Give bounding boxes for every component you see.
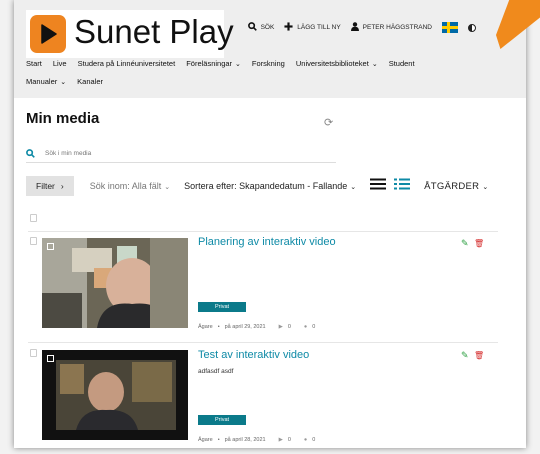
nav-item-universitetsbiblioteket[interactable]: Universitetsbiblioteket ⌄ bbox=[296, 59, 378, 68]
video-thumbnail[interactable] bbox=[42, 350, 188, 440]
search-label: SÖK bbox=[260, 24, 275, 31]
media-description: adfasdf asdf bbox=[198, 368, 234, 375]
header-actions: SÖK LÄGG TILL NY PETER HÄGGSTRAND bbox=[247, 22, 476, 33]
search-icon bbox=[247, 22, 257, 33]
comments-count: 0 bbox=[312, 437, 316, 443]
add-new-button[interactable]: LÄGG TILL NY bbox=[284, 22, 341, 33]
refresh-icon[interactable]: ⟳ bbox=[324, 116, 333, 129]
user-name: PETER HÄGGSTRAND bbox=[362, 24, 432, 31]
nav-item-student[interactable]: Student bbox=[389, 59, 415, 68]
play-overlay-icon bbox=[47, 243, 54, 250]
nav-item-manualer-label: Manualer bbox=[26, 77, 58, 86]
owner-label: Ägare bbox=[198, 437, 213, 443]
page-title: Min media bbox=[26, 110, 100, 127]
views-icon: ▶ bbox=[278, 437, 283, 443]
nav-row-2: Manualer ⌄ Kanaler bbox=[26, 77, 103, 86]
plus-icon bbox=[284, 22, 293, 33]
filter-bar: Filter › Sök inom: Alla fält ⌄ Sortera ef… bbox=[26, 176, 496, 196]
chevron-down-icon: ⌄ bbox=[350, 184, 357, 191]
delete-icon[interactable]: 🗑 bbox=[474, 239, 484, 248]
chevron-down-icon: ⌄ bbox=[60, 79, 67, 86]
add-new-label: LÄGG TILL NY bbox=[297, 24, 341, 31]
nav-item-start[interactable]: Start bbox=[26, 59, 42, 68]
divider bbox=[28, 342, 498, 343]
views-count: 0 bbox=[287, 437, 291, 443]
nav-row-1: Start Live Studera på Linnéuniversitetet… bbox=[26, 59, 415, 68]
media-title[interactable]: Planering av interaktiv video bbox=[198, 236, 336, 248]
sort-dropdown[interactable]: Sortera efter: Skapandedatum - Fallande ⌄ bbox=[184, 181, 356, 191]
search-bar bbox=[26, 145, 336, 163]
nav-item-kanaler[interactable]: Kanaler bbox=[77, 77, 103, 86]
edit-icon[interactable]: ✎ bbox=[461, 238, 469, 249]
status-badge: Privat bbox=[198, 415, 246, 425]
owner-label: Ägare bbox=[198, 324, 213, 330]
logo-text: Sunet Play bbox=[74, 13, 234, 50]
edit-icon[interactable]: ✎ bbox=[461, 350, 469, 361]
delete-icon[interactable]: 🗑 bbox=[474, 351, 484, 360]
swedish-flag-icon[interactable] bbox=[442, 22, 458, 33]
search-in-dropdown[interactable]: Sök inom: Alla fält ⌄ bbox=[90, 181, 170, 191]
media-meta: Ägare • på april 28, 2021 ▶ 0 ● 0 bbox=[198, 437, 315, 443]
actions-dropdown[interactable]: ÅTGÄRDER ⌄ bbox=[424, 181, 488, 192]
comments-icon: ● bbox=[303, 437, 308, 443]
nav-item-forelasningar[interactable]: Föreläsningar ⌄ bbox=[186, 59, 241, 68]
nav-item-live[interactable]: Live bbox=[53, 59, 67, 68]
views-icon: ▶ bbox=[278, 324, 283, 330]
date-label: på april 29, 2021 bbox=[224, 324, 266, 330]
app-frame: Sunet Play SÖK LÄGG TILL NY PETER HÄGGST… bbox=[14, 0, 526, 448]
play-icon bbox=[30, 15, 66, 53]
header: Sunet Play SÖK LÄGG TILL NY PETER HÄGGST… bbox=[14, 0, 526, 98]
filter-button[interactable]: Filter › bbox=[26, 176, 74, 196]
comments-count: 0 bbox=[312, 324, 316, 330]
video-thumbnail[interactable] bbox=[42, 238, 188, 328]
logo[interactable]: Sunet Play bbox=[26, 10, 234, 58]
chevron-right-icon: › bbox=[60, 181, 64, 191]
search-icon bbox=[26, 145, 35, 163]
nav-item-forelasningar-label: Föreläsningar bbox=[186, 59, 233, 68]
bullet: • bbox=[217, 437, 220, 443]
detailed-view-icon[interactable] bbox=[394, 177, 411, 195]
item-checkbox[interactable] bbox=[30, 237, 37, 245]
date-label: på april 28, 2021 bbox=[224, 437, 266, 443]
search-in-label: Sök inom: Alla fält bbox=[89, 181, 162, 191]
nav-item-studera[interactable]: Studera på Linnéuniversitetet bbox=[78, 59, 176, 68]
select-all-checkbox[interactable] bbox=[30, 214, 37, 222]
user-menu[interactable]: PETER HÄGGSTRAND bbox=[350, 22, 432, 33]
chevron-down-icon: ⌄ bbox=[371, 61, 378, 68]
chevron-down-icon: ⌄ bbox=[482, 183, 489, 191]
views-count: 0 bbox=[287, 324, 291, 330]
media-title[interactable]: Test av interaktiv video bbox=[198, 349, 309, 361]
filter-label: Filter bbox=[36, 181, 55, 191]
status-badge: Privat bbox=[198, 302, 246, 312]
search-input[interactable] bbox=[45, 150, 245, 157]
play-overlay-icon bbox=[47, 355, 54, 362]
chevron-down-icon: ⌄ bbox=[164, 184, 171, 191]
nav-item-forskning[interactable]: Forskning bbox=[252, 59, 285, 68]
thumbnail-image bbox=[42, 238, 188, 328]
nav-item-universitetsbiblioteket-label: Universitetsbiblioteket bbox=[295, 59, 369, 68]
contrast-icon[interactable] bbox=[468, 23, 476, 32]
bullet: • bbox=[217, 324, 220, 330]
list-view-icon[interactable] bbox=[370, 177, 387, 195]
sort-label: Sortera efter: Skapandedatum - Fallande bbox=[184, 181, 348, 191]
chevron-down-icon: ⌄ bbox=[235, 61, 241, 68]
search-button[interactable]: SÖK bbox=[247, 22, 275, 33]
media-meta: Ägare • på april 29, 2021 ▶ 0 ● 0 bbox=[198, 324, 315, 330]
comments-icon: ● bbox=[303, 324, 308, 330]
user-icon bbox=[350, 22, 359, 33]
item-checkbox[interactable] bbox=[30, 349, 37, 357]
divider bbox=[28, 231, 498, 232]
thumbnail-image bbox=[42, 350, 188, 440]
nav-item-manualer[interactable]: Manualer ⌄ bbox=[26, 77, 66, 86]
actions-label: ÅTGÄRDER bbox=[424, 180, 480, 192]
